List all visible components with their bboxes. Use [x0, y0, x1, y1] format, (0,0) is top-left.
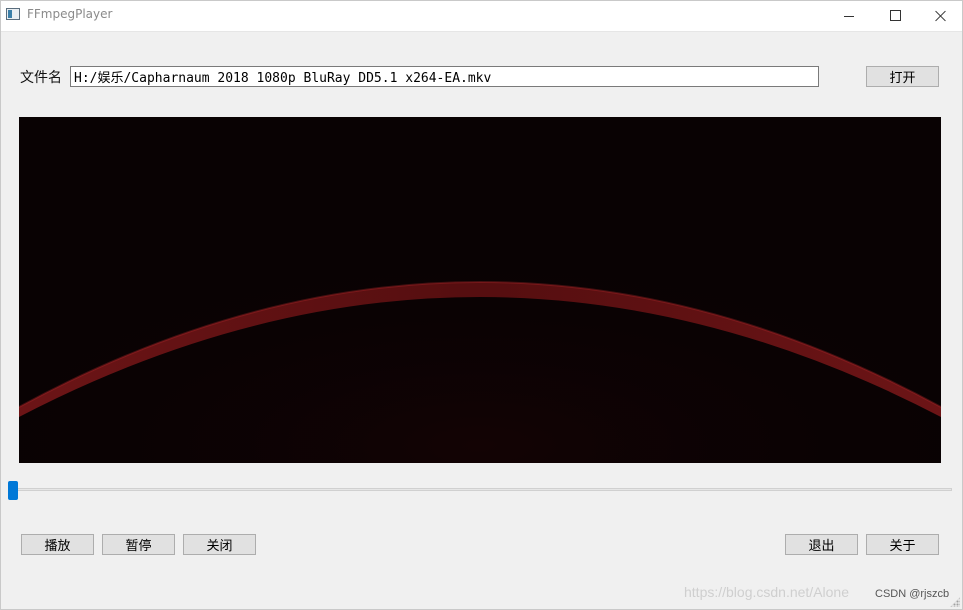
- slider-handle[interactable]: [8, 481, 18, 500]
- watermark-csdn: CSDN @rjszcb: [875, 588, 950, 600]
- close-icon: [935, 10, 947, 22]
- window-title: FFmpegPlayer: [27, 7, 113, 21]
- video-display: [19, 117, 941, 463]
- video-frame: [19, 117, 941, 463]
- open-button[interactable]: 打开: [866, 66, 939, 87]
- pause-button[interactable]: 暂停: [102, 534, 175, 555]
- play-button[interactable]: 播放: [21, 534, 94, 555]
- about-button[interactable]: 关于: [866, 534, 939, 555]
- resize-grip-icon[interactable]: [950, 597, 960, 607]
- watermark-url: https://blog.csdn.net/Alone: [684, 584, 849, 600]
- slider-groove: [8, 488, 952, 491]
- maximize-button[interactable]: [872, 1, 918, 30]
- close-window-button[interactable]: [918, 1, 963, 30]
- app-window: FFmpegPlayer 文件名 打开: [0, 0, 963, 610]
- file-name-label: 文件名: [20, 70, 62, 86]
- title-bar: FFmpegPlayer: [1, 1, 962, 32]
- maximize-icon: [889, 10, 901, 21]
- progress-slider[interactable]: [8, 481, 952, 500]
- close-button[interactable]: 关闭: [183, 534, 256, 555]
- app-icon: [6, 8, 20, 20]
- minimize-icon: [844, 16, 854, 17]
- file-path-input[interactable]: [70, 66, 819, 87]
- minimize-button[interactable]: [826, 1, 872, 30]
- exit-button[interactable]: 退出: [785, 534, 858, 555]
